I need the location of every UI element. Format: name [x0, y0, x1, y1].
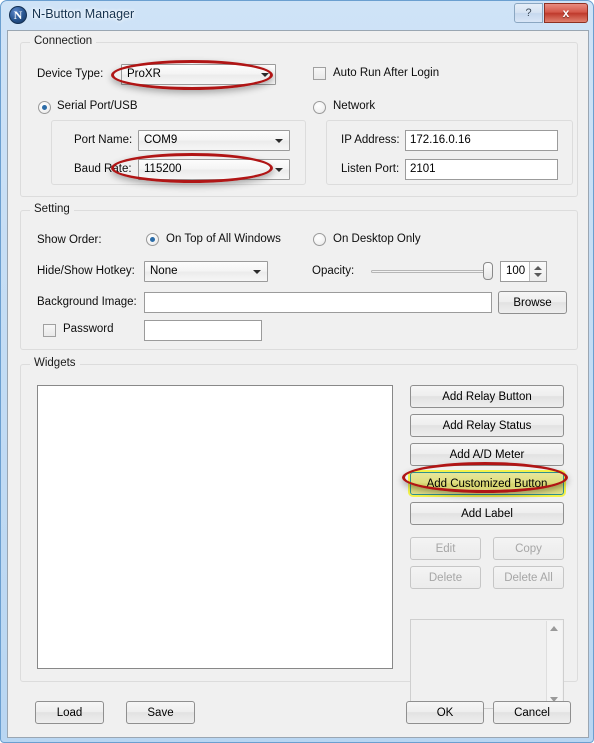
connection-group: Connection Device Type: ProXR Serial Por…: [20, 35, 578, 197]
background-image-input[interactable]: [144, 292, 492, 313]
hotkey-value: None: [150, 265, 178, 277]
opacity-slider-track[interactable]: [371, 270, 493, 273]
hotkey-label: Hide/Show Hotkey:: [37, 265, 135, 277]
chevron-down-icon: [253, 270, 261, 274]
widgets-group: Widgets Add Relay Button Add Relay Statu…: [20, 357, 578, 709]
widgets-group-title: Widgets: [30, 357, 80, 369]
network-radio[interactable]: [313, 101, 326, 114]
hotkey-combobox[interactable]: None: [144, 261, 268, 282]
device-type-combobox[interactable]: ProXR: [121, 64, 276, 85]
widgets-listbox[interactable]: [410, 619, 564, 709]
scroll-up-icon[interactable]: [550, 626, 558, 631]
delete-button[interactable]: Delete: [410, 566, 481, 589]
edit-button[interactable]: Edit: [410, 537, 481, 560]
application-window: N N-Button Manager ? x Connection Device…: [0, 0, 594, 743]
opacity-spinner-buttons[interactable]: [529, 262, 546, 281]
password-input[interactable]: [144, 320, 262, 341]
add-customized-button[interactable]: Add Customized Button: [410, 472, 564, 495]
device-type-label: Device Type:: [37, 68, 104, 80]
show-order-label: Show Order:: [37, 234, 102, 246]
port-name-combobox[interactable]: COM9: [138, 130, 290, 151]
listen-port-label: Listen Port:: [341, 163, 400, 175]
close-button[interactable]: x: [544, 3, 588, 23]
save-button[interactable]: Save: [126, 701, 195, 724]
setting-group-title: Setting: [30, 203, 74, 215]
network-label: Network: [333, 100, 376, 112]
baud-rate-label: Baud Rate:: [74, 163, 132, 175]
add-relay-status-button[interactable]: Add Relay Status: [410, 414, 564, 437]
ok-button[interactable]: OK: [406, 701, 484, 724]
cancel-button[interactable]: Cancel: [493, 701, 571, 724]
browse-button[interactable]: Browse: [498, 291, 567, 314]
auto-run-label: Auto Run After Login: [333, 67, 440, 79]
chevron-down-icon: [275, 139, 283, 143]
window-title: N-Button Manager: [32, 7, 135, 21]
chevron-down-icon: [275, 168, 283, 172]
spinner-down-icon[interactable]: [534, 273, 542, 277]
opacity-value: 100: [506, 265, 526, 277]
network-settings-group: IP Address: 172.16.0.16 Listen Port: 210…: [326, 120, 573, 185]
load-button[interactable]: Load: [35, 701, 104, 724]
opacity-slider-thumb[interactable]: [483, 262, 493, 280]
device-type-value: ProXR: [127, 68, 161, 80]
delete-all-button[interactable]: Delete All: [493, 566, 564, 589]
add-relay-button[interactable]: Add Relay Button: [410, 385, 564, 408]
connection-group-title: Connection: [30, 35, 97, 47]
help-button[interactable]: ?: [514, 3, 543, 23]
widgets-canvas[interactable]: [37, 385, 393, 669]
add-label-button[interactable]: Add Label: [410, 502, 564, 525]
spinner-up-icon[interactable]: [534, 266, 542, 270]
on-top-label: On Top of All Windows: [166, 233, 281, 245]
ip-address-input[interactable]: 172.16.0.16: [405, 130, 558, 151]
setting-group: Setting Show Order: On Top of All Window…: [20, 203, 578, 350]
ip-address-label: IP Address:: [341, 134, 400, 146]
listbox-scrollbar[interactable]: [546, 621, 562, 707]
on-desktop-label: On Desktop Only: [333, 233, 421, 245]
add-ad-meter-button[interactable]: Add A/D Meter: [410, 443, 564, 466]
app-logo-icon: N: [9, 6, 27, 24]
baud-rate-combobox[interactable]: 115200: [138, 159, 290, 180]
port-name-label: Port Name:: [74, 134, 133, 146]
serial-port-radio[interactable]: [38, 101, 51, 114]
opacity-label: Opacity:: [312, 265, 355, 277]
title-bar: N N-Button Manager ? x: [1, 1, 593, 30]
ip-address-value: 172.16.0.16: [410, 134, 471, 146]
opacity-spinner[interactable]: 100: [500, 261, 547, 282]
listen-port-value: 2101: [410, 163, 436, 175]
auto-run-checkbox[interactable]: [313, 67, 326, 80]
baud-rate-value: 115200: [144, 163, 182, 175]
port-name-value: COM9: [144, 134, 178, 146]
background-image-label: Background Image:: [37, 296, 137, 308]
on-desktop-radio[interactable]: [313, 233, 326, 246]
on-top-radio[interactable]: [146, 233, 159, 246]
window-controls: ? x: [514, 3, 588, 23]
copy-button[interactable]: Copy: [493, 537, 564, 560]
chevron-down-icon: [261, 73, 269, 77]
client-area: Connection Device Type: ProXR Serial Por…: [7, 30, 589, 738]
serial-settings-group: Port Name: COM9 Baud Rate: 115200: [51, 120, 306, 185]
listen-port-input[interactable]: 2101: [405, 159, 558, 180]
password-label: Password: [63, 323, 114, 335]
serial-port-label: Serial Port/USB: [57, 100, 138, 112]
password-checkbox[interactable]: [43, 324, 56, 337]
